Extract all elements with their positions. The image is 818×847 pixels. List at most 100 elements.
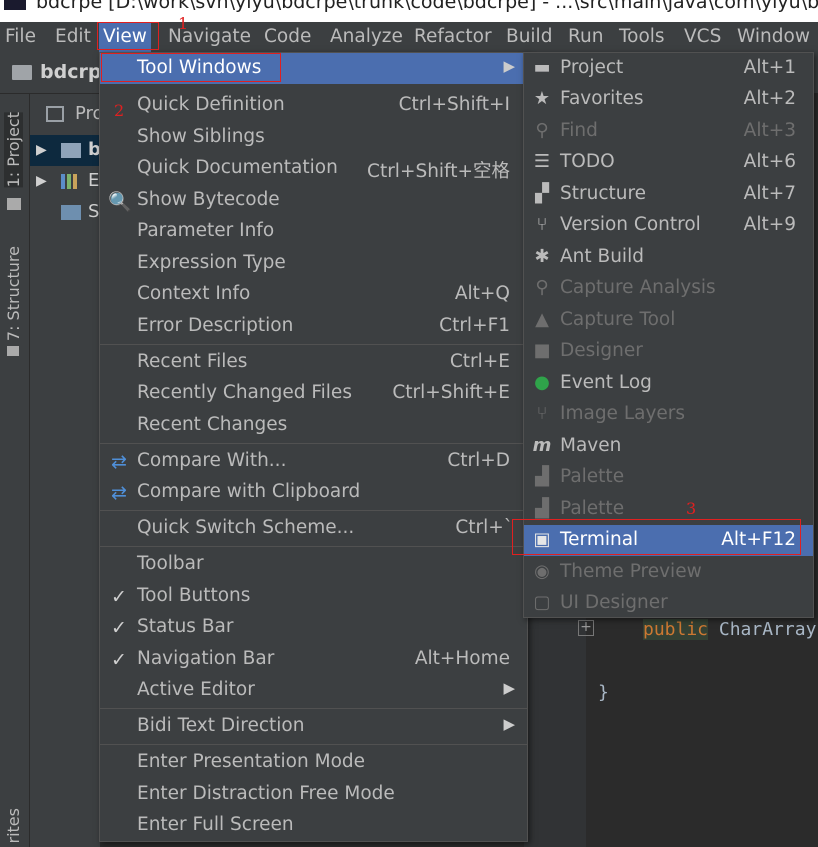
menu-item-bidi-text-direction[interactable]: Bidi Text Direction ▶ xyxy=(100,711,527,742)
submenu-item-theme-preview[interactable]: ◉ Theme Preview xyxy=(524,557,813,588)
menu-item-compare-with[interactable]: ⇄ Compare With... Ctrl+D xyxy=(100,446,527,477)
menu-vcs[interactable]: VCS xyxy=(684,22,721,52)
submenu-arrow-icon: ▶ xyxy=(503,679,515,697)
fold-toggle-icon[interactable]: + xyxy=(578,620,594,636)
submenu-item-event-log[interactable]: ● Event Log xyxy=(524,368,813,399)
menu-item-tool-buttons[interactable]: ✓ Tool Buttons xyxy=(100,581,527,612)
theme-preview-icon: ◉ xyxy=(534,561,550,582)
submenu-item-todo[interactable]: ☰ TODO Alt+6 xyxy=(524,147,813,178)
palette-icon: ▟ xyxy=(535,466,549,487)
structure-tool-tab[interactable]: 7: Structure xyxy=(4,246,23,341)
todo-icon: ☰ xyxy=(533,151,551,172)
favorites-tool-tab[interactable]: rites xyxy=(4,808,23,843)
menu-item-quick-switch-scheme[interactable]: Quick Switch Scheme... Ctrl+` xyxy=(100,513,527,544)
submenu-item-palette[interactable]: ▟ Palette xyxy=(524,462,813,493)
submenu-item-image-layers[interactable]: ⑂ Image Layers xyxy=(524,399,813,430)
submenu-item-version-control[interactable]: ⑂ Version Control Alt+9 xyxy=(524,210,813,241)
view-menu-dropdown: Tool Windows ▶ Quick Definition Ctrl+Shi… xyxy=(99,52,528,842)
menu-analyze[interactable]: Analyze xyxy=(330,22,403,52)
designer-icon: ■ xyxy=(533,340,551,361)
menu-item-presentation-mode[interactable]: Enter Presentation Mode xyxy=(100,747,527,778)
tree-row[interactable]: ▶ E xyxy=(30,166,100,197)
submenu-item-project[interactable]: ▬ Project Alt+1 xyxy=(524,53,813,84)
menu-code[interactable]: Code xyxy=(264,22,311,52)
menu-separator xyxy=(100,708,527,709)
bytecode-icon: 🔍 xyxy=(108,191,132,213)
menu-item-context-info[interactable]: Context Info Alt+Q xyxy=(100,279,527,310)
submenu-item-designer[interactable]: ■ Designer xyxy=(524,336,813,367)
menu-item-full-screen[interactable]: Enter Full Screen xyxy=(100,810,527,841)
expand-arrow-icon[interactable]: ▶ xyxy=(36,173,47,189)
menu-separator xyxy=(100,546,527,547)
ant-icon: ✱ xyxy=(534,246,550,267)
menu-separator xyxy=(100,443,527,444)
capture-analysis-icon: ⚲ xyxy=(535,277,549,298)
image-layers-icon: ⑂ xyxy=(536,403,548,424)
submenu-item-ant-build[interactable]: ✱ Ant Build xyxy=(524,242,813,273)
submenu-item-maven[interactable]: m Maven xyxy=(524,431,813,462)
structure-tab-icon xyxy=(7,346,19,356)
submenu-item-capture-analysis[interactable]: ⚲ Capture Analysis xyxy=(524,273,813,304)
menu-item-quick-documentation[interactable]: Quick Documentation Ctrl+Shift+空格 xyxy=(100,153,527,184)
libraries-icon xyxy=(61,174,81,189)
expand-arrow-icon[interactable]: ▶ xyxy=(36,142,47,158)
tree-row-label: S xyxy=(88,201,100,222)
annotation-step-1: 1 xyxy=(178,14,189,33)
find-icon: ⚲ xyxy=(535,120,549,141)
menu-item-error-description[interactable]: Error Description Ctrl+F1 xyxy=(100,311,527,342)
module-folder-icon xyxy=(61,143,81,158)
submenu-item-structure[interactable]: ▞ Structure Alt+7 xyxy=(524,179,813,210)
menu-separator xyxy=(100,510,527,511)
menu-item-recent-files[interactable]: Recent Files Ctrl+E xyxy=(100,347,527,378)
annotation-step-2: 2 xyxy=(114,101,125,120)
menu-item-navigation-bar[interactable]: ✓ Navigation Bar Alt+Home xyxy=(100,644,527,675)
submenu-item-favorites[interactable]: ★ Favorites Alt+2 xyxy=(524,84,813,115)
menu-run[interactable]: Run xyxy=(568,22,603,52)
submenu-item-capture-tool[interactable]: ▲ Capture Tool xyxy=(524,305,813,336)
menu-item-recent-changes[interactable]: Recent Changes xyxy=(100,410,527,441)
menu-build[interactable]: Build xyxy=(506,22,552,52)
tree-row[interactable]: S xyxy=(30,197,100,228)
project-tab-icon xyxy=(7,198,21,210)
app-icon xyxy=(4,0,26,10)
menu-item-compare-with-clipboard[interactable]: ⇄ Compare with Clipboard xyxy=(100,477,527,508)
project-panel: Pro ▶ b ▶ E S xyxy=(30,94,104,847)
annotation-box-terminal xyxy=(512,519,801,555)
menu-item-quick-definition[interactable]: Quick Definition Ctrl+Shift+I xyxy=(100,90,527,121)
menu-item-show-bytecode[interactable]: 🔍 Show Bytecode xyxy=(100,185,527,216)
menu-item-show-siblings[interactable]: Show Siblings xyxy=(100,122,527,153)
compare-icon: ⇄ xyxy=(111,451,127,473)
project-tool-tab[interactable]: 1: Project xyxy=(4,112,23,188)
left-tool-strip: 1: Project 7: Structure rites xyxy=(0,94,30,847)
menu-tools[interactable]: Tools xyxy=(619,22,665,52)
submenu-item-find[interactable]: ⚲ Find Alt+3 xyxy=(524,116,813,147)
window-title: bdcrpe [D:\work\svn\yiyu\bdcrpe\trunk\co… xyxy=(36,0,818,13)
project-panel-header: Pro xyxy=(30,94,104,132)
folder-icon xyxy=(12,65,32,80)
event-log-icon: ● xyxy=(534,372,550,393)
menu-window[interactable]: Window xyxy=(737,22,810,52)
menu-item-recently-changed-files[interactable]: Recently Changed Files Ctrl+Shift+E xyxy=(100,378,527,409)
maven-icon: m xyxy=(532,435,552,456)
version-control-icon: ⑂ xyxy=(536,214,548,235)
annotation-box-view xyxy=(97,22,159,50)
menu-item-expression-type[interactable]: Expression Type xyxy=(100,248,527,279)
menu-item-distraction-free-mode[interactable]: Enter Distraction Free Mode xyxy=(100,779,527,810)
menu-file[interactable]: File xyxy=(5,22,36,52)
menu-item-status-bar[interactable]: ✓ Status Bar xyxy=(100,612,527,643)
project-view-icon xyxy=(46,106,64,122)
menu-edit[interactable]: Edit xyxy=(55,22,91,52)
tree-row[interactable]: ▶ b xyxy=(30,135,101,166)
menu-item-parameter-info[interactable]: Parameter Info xyxy=(100,216,527,247)
menu-item-toolbar[interactable]: Toolbar xyxy=(100,549,527,580)
submenu-arrow-icon: ▶ xyxy=(503,715,515,733)
ui-designer-icon: ▢ xyxy=(533,592,551,613)
folder-icon: ▬ xyxy=(533,57,551,78)
window-title-bar: bdcrpe [D:\work\svn\yiyu\bdcrpe\trunk\co… xyxy=(0,0,818,22)
menu-refactor[interactable]: Refactor xyxy=(414,22,492,52)
submenu-item-ui-designer[interactable]: ▢ UI Designer xyxy=(524,588,813,619)
menu-item-active-editor[interactable]: Active Editor ▶ xyxy=(100,675,527,706)
annotation-step-3: 3 xyxy=(686,499,697,518)
palette-icon: ▟ xyxy=(535,498,549,519)
annotation-box-tool-windows xyxy=(101,53,281,82)
